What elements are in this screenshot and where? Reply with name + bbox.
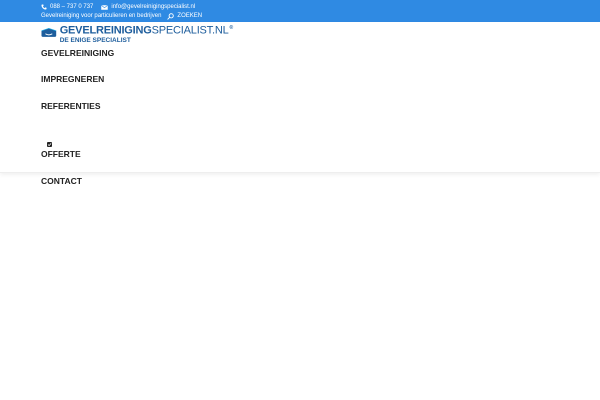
nav-item-referenties[interactable]: REFERENTIES [41,100,101,112]
site-header: GEVELREINIGINGSPECIALIST.NL® DE ENIGE SP… [0,22,600,186]
nav-item-impregneren[interactable]: IMPREGNEREN [41,73,104,85]
contact-row: 088 – 737 0 737 info@gevelreinigingspeci… [41,3,195,11]
phone-number: 088 – 737 0 737 [50,4,94,10]
email-link[interactable]: info@gevelreinigingspecialist.nl [101,3,195,11]
topbar-tagline: Gevelreiniging voor particulieren en bed… [41,13,162,19]
logo-brand: GEVELREINIGINGSPECIALIST.NL® [59,23,234,37]
site-logo[interactable]: GEVELREINIGINGSPECIALIST.NL® DE ENIGE SP… [41,23,234,45]
email-address: info@gevelreinigingspecialist.nl [111,4,196,10]
nav-item-contact[interactable]: CONTACT [41,175,82,187]
logo-mark-icon [41,28,57,37]
phone-link[interactable]: 088 – 737 0 737 [41,3,93,11]
search-button[interactable]: ZOEKEN [167,12,202,20]
search-icon [167,12,175,20]
phone-icon [41,4,47,10]
logo-registered-mark: ® [229,25,234,31]
top-bar: 088 – 737 0 737 info@gevelreinigingspeci… [0,0,600,22]
logo-tagline: DE ENIGE SPECIALIST [59,36,131,44]
envelope-icon [101,4,109,10]
logo-brand-light: SPECIALIST.NL [151,24,229,37]
nav-item-offerte[interactable]: OFFERTE [41,148,81,160]
tagline-row: Gevelreiniging voor particulieren en bed… [41,12,202,20]
checkbox-checked-icon[interactable] [47,142,52,147]
logo-brand-bold: GEVELREINIGING [59,24,152,37]
search-label: ZOEKEN [177,13,203,19]
logo-text: GEVELREINIGINGSPECIALIST.NL® DE ENIGE SP… [59,23,234,45]
nav-item-gevelreiniging[interactable]: GEVELREINIGING [41,47,114,59]
